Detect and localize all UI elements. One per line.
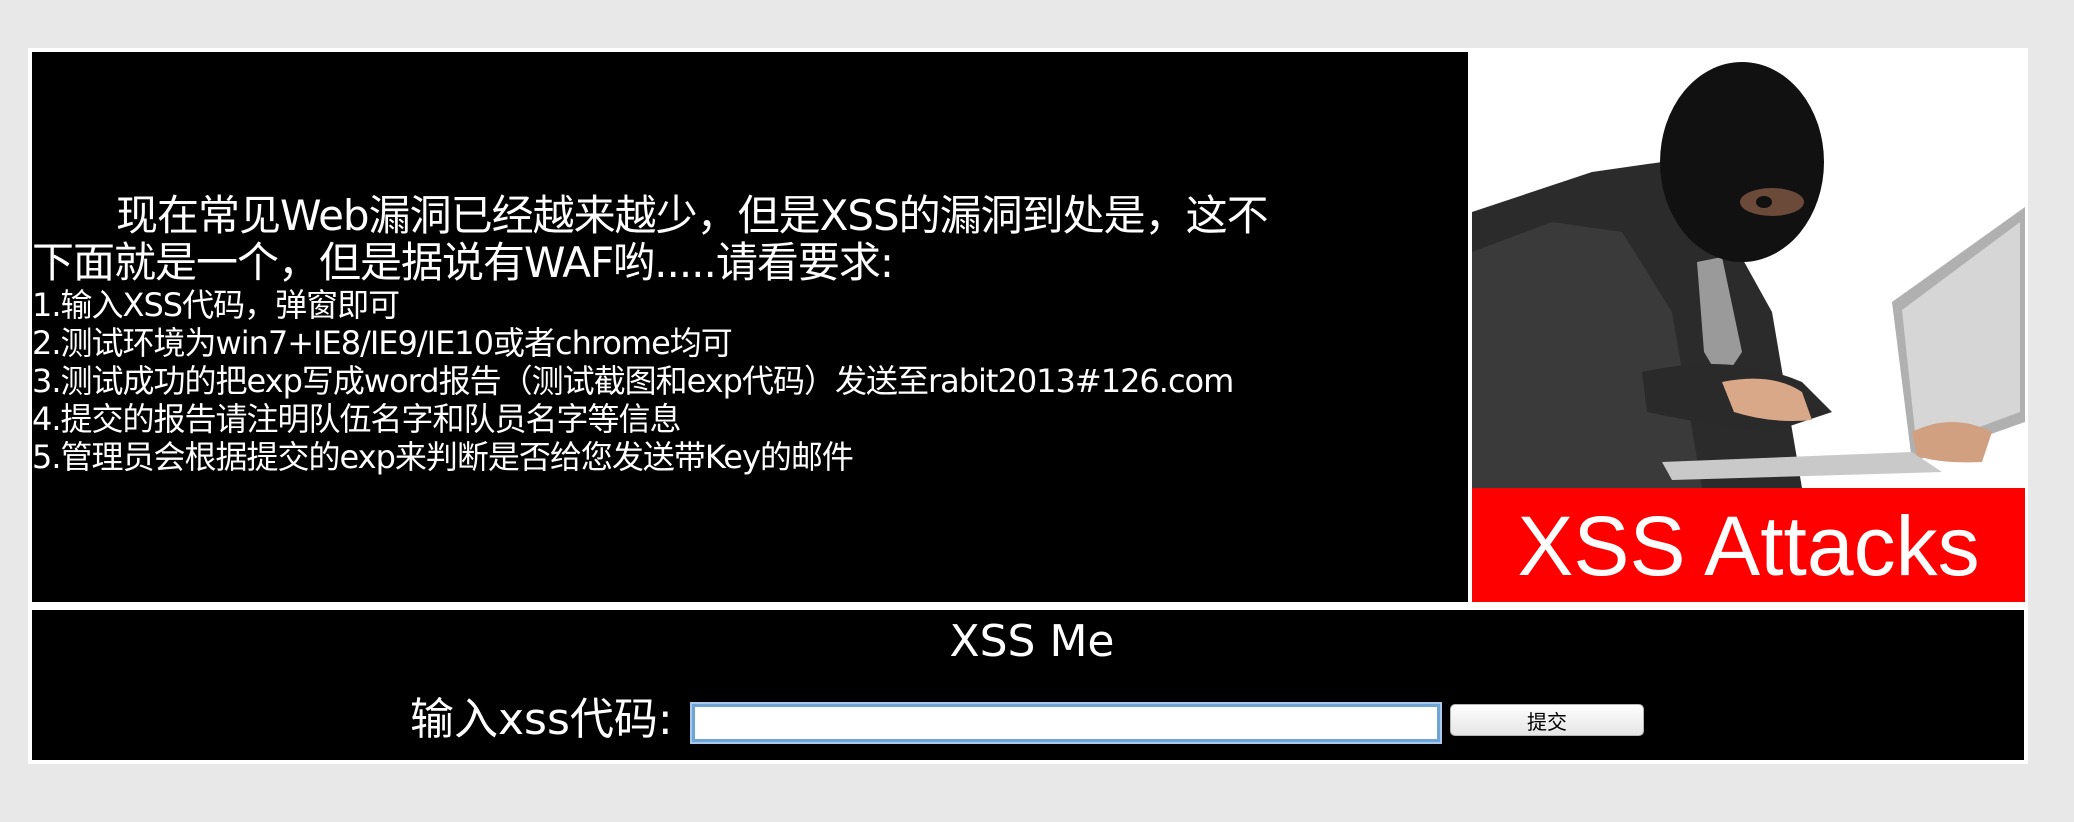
- intro-line-1: 现在常见Web漏洞已经越来越少，但是XSS的漏洞到处是，这不: [116, 191, 1269, 240]
- requirement-item: 5.管理员会根据提交的exp来判断是否给您发送带Key的邮件: [32, 438, 854, 476]
- requirement-item: 2.测试环境为win7+IE8/IE9/IE10或者chrome均可: [32, 324, 733, 362]
- hacker-photo: [1472, 52, 2025, 488]
- hacker-illustration: [1472, 62, 2025, 488]
- xss-attacks-image: XSS Attacks: [1472, 52, 2025, 602]
- requirement-item: 1.输入XSS代码，弹窗即可: [32, 286, 400, 324]
- requirement-item: 4.提交的报告请注明队伍名字和队员名字等信息: [32, 400, 682, 438]
- page-frame: 现在常见Web漏洞已经越来越少，但是XSS的漏洞到处是，这不 下面就是一个，但是…: [28, 48, 2028, 764]
- intro-panel: 现在常见Web漏洞已经越来越少，但是XSS的漏洞到处是，这不 下面就是一个，但是…: [32, 52, 1468, 602]
- xss-form-panel: XSS Me 输入xss代码: 提交: [32, 610, 2024, 760]
- requirement-item: 3.测试成功的把exp写成word报告（测试截图和exp代码）发送至rabit2…: [32, 362, 1234, 400]
- banner-text: XSS Attacks: [1517, 499, 1980, 593]
- intro-line-2: 下面就是一个，但是据说有WAF哟.....请看要求:: [32, 238, 894, 287]
- submit-button[interactable]: 提交: [1450, 704, 1644, 736]
- xss-code-label: 输入xss代码:: [410, 694, 673, 745]
- xss-attacks-banner: XSS Attacks: [1472, 488, 2025, 602]
- form-title: XSS Me: [949, 616, 1115, 667]
- xss-code-input[interactable]: [690, 702, 1442, 744]
